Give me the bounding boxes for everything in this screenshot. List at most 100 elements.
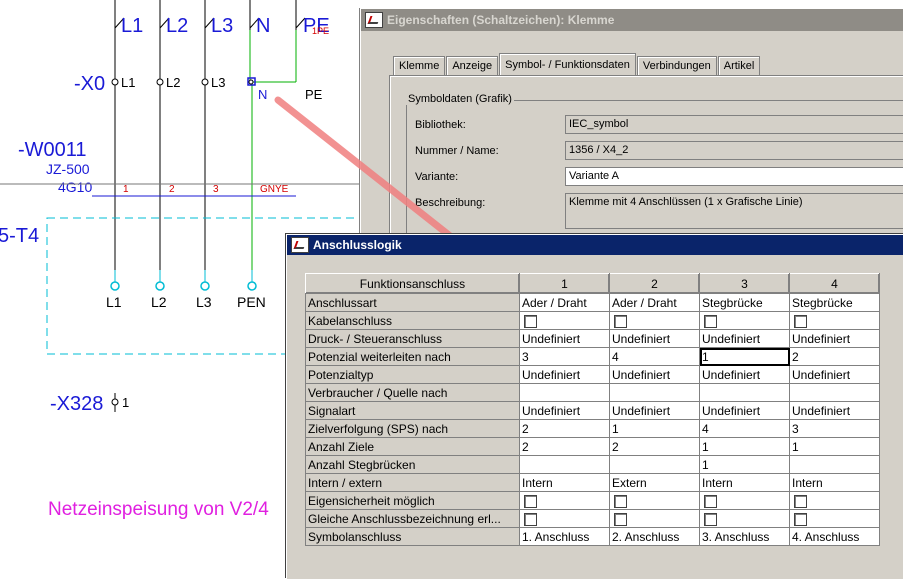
grid-checkbox-cell[interactable] <box>519 509 610 528</box>
grid-cell[interactable]: 2 <box>519 419 610 438</box>
grid-cell[interactable]: Undefiniert <box>789 401 880 420</box>
grid-cell[interactable]: 3 <box>789 419 880 438</box>
grid-cell[interactable]: Undefiniert <box>789 329 880 348</box>
checkbox[interactable] <box>614 512 627 526</box>
grid-cell[interactable]: 1 <box>789 437 880 456</box>
grid-cell[interactable]: Ader / Draht <box>519 293 610 312</box>
library-field[interactable]: IEC_symbol <box>565 115 903 134</box>
tab-klemme[interactable]: Klemme <box>393 56 446 75</box>
x0-label-n: N <box>258 87 267 102</box>
tab-anzeige[interactable]: Anzeige <box>446 56 499 75</box>
grid-cell[interactable] <box>609 383 700 402</box>
grid-checkbox-cell[interactable] <box>609 509 700 528</box>
logic-grid: Funktionsanschluss 1 2 3 4 Anschlussart Ader /… <box>305 273 880 546</box>
grid-cell[interactable]: 2 <box>789 347 880 366</box>
grid-cell[interactable] <box>609 455 700 474</box>
number-name-field[interactable]: 1356 / X4_2 <box>565 141 903 160</box>
checkbox[interactable] <box>614 494 627 508</box>
grid-cell[interactable]: Undefiniert <box>519 329 610 348</box>
row-label: Intern / extern <box>305 473 520 492</box>
checkbox[interactable] <box>524 494 537 508</box>
grid-cell[interactable]: 3 <box>519 347 610 366</box>
grid-cell[interactable]: 1 <box>699 437 790 456</box>
checkbox[interactable] <box>524 314 537 328</box>
tab-verbindungen[interactable]: Verbindungen <box>636 56 717 75</box>
grid-cell[interactable] <box>519 383 610 402</box>
number-name-label: Nummer / Name: <box>415 145 499 157</box>
grid-cell[interactable] <box>789 383 880 402</box>
device-label: 5-T4 <box>0 225 39 247</box>
grid-checkbox-cell[interactable] <box>519 311 610 330</box>
grid-cell[interactable]: Undefiniert <box>699 401 790 420</box>
grid-cell[interactable]: Intern <box>519 473 610 492</box>
connection-logic-window[interactable]: Anschlusslogik Funktionsanschluss 1 2 3 4 Ans… <box>286 234 903 579</box>
grid-checkbox-cell[interactable] <box>609 491 700 510</box>
checkbox[interactable] <box>704 314 717 328</box>
grid-cell[interactable]: 3. Anschluss <box>699 527 790 546</box>
grid-cell[interactable]: Undefiniert <box>519 401 610 420</box>
properties-window[interactable]: Eigenschaften (Schaltzeichen): Klemme Kl… <box>360 8 903 262</box>
grid-checkbox-cell[interactable] <box>789 491 880 510</box>
grid-checkbox-cell[interactable] <box>699 509 790 528</box>
grid-cell[interactable]: 1 <box>699 455 790 474</box>
grid-cell[interactable]: Undefiniert <box>609 401 700 420</box>
grid-checkbox-cell[interactable] <box>519 491 610 510</box>
grid-cell[interactable]: Stegbrücke <box>789 293 880 312</box>
bottom-point-pen <box>247 281 257 291</box>
cable-cores: 4G10 <box>58 179 92 195</box>
grid-header-connection-4[interactable]: 4 <box>789 273 880 294</box>
grid-checkbox-cell[interactable] <box>699 491 790 510</box>
grid-cell[interactable]: Undefiniert <box>519 365 610 384</box>
grid-cell[interactable]: Ader / Draht <box>609 293 700 312</box>
grid-cell[interactable]: 1 <box>699 347 790 366</box>
grid-header-connection-3[interactable]: 3 <box>699 273 790 294</box>
grid-checkbox-cell[interactable] <box>699 311 790 330</box>
bottom-label-pen: PEN <box>237 294 266 310</box>
table-row: Druck- / Steueranschluss Undefiniert Undef… <box>305 329 880 348</box>
description-field[interactable]: Klemme mit 4 Anschlüssen (1 x Grafische … <box>565 193 903 229</box>
grid-cell[interactable]: 2 <box>609 437 700 456</box>
row-label: Gleiche Anschlussbezeichnung erl... <box>305 509 520 528</box>
grid-cell[interactable]: 4 <box>609 347 700 366</box>
grid-cell[interactable]: 2. Anschluss <box>609 527 700 546</box>
checkbox[interactable] <box>704 512 717 526</box>
grid-cell[interactable]: Intern <box>699 473 790 492</box>
grid-cell[interactable] <box>789 455 880 474</box>
grid-cell[interactable]: Stegbrücke <box>699 293 790 312</box>
grid-cell[interactable]: 4. Anschluss <box>789 527 880 546</box>
pe-sub-label: 1PE <box>312 26 329 36</box>
grid-cell[interactable]: 2 <box>519 437 610 456</box>
tab-symbol-funktionsdaten[interactable]: Symbol- / Funktionsdaten <box>499 53 636 76</box>
grid-cell[interactable]: 4 <box>699 419 790 438</box>
grid-cell[interactable]: 1 <box>609 419 700 438</box>
checkbox[interactable] <box>614 314 627 328</box>
bottom-connection-lines <box>114 270 253 282</box>
grid-checkbox-cell[interactable] <box>789 311 880 330</box>
grid-cell[interactable] <box>699 383 790 402</box>
grid-cell[interactable]: Undefiniert <box>609 365 700 384</box>
grid-header-connection-2[interactable]: 2 <box>609 273 700 294</box>
checkbox[interactable] <box>524 512 537 526</box>
grid-cell[interactable] <box>519 455 610 474</box>
logic-title: Anschlusslogik <box>313 238 402 252</box>
grid-header-function[interactable]: Funktionsanschluss <box>305 273 520 294</box>
grid-cell[interactable]: Undefiniert <box>699 365 790 384</box>
checkbox[interactable] <box>794 314 807 328</box>
row-label: Anzahl Stegbrücken <box>305 455 520 474</box>
grid-checkbox-cell[interactable] <box>789 509 880 528</box>
grid-cell[interactable]: Intern <box>789 473 880 492</box>
grid-cell[interactable]: 1. Anschluss <box>519 527 610 546</box>
grid-checkbox-cell[interactable] <box>609 311 700 330</box>
checkbox[interactable] <box>794 494 807 508</box>
checkbox[interactable] <box>794 512 807 526</box>
grid-cell[interactable]: Undefiniert <box>789 365 880 384</box>
grid-header-connection-1[interactable]: 1 <box>519 273 610 294</box>
tab-artikel[interactable]: Artikel <box>717 56 761 75</box>
checkbox[interactable] <box>704 494 717 508</box>
grid-cell[interactable]: Undefiniert <box>609 329 700 348</box>
grid-cell[interactable]: Extern <box>609 473 700 492</box>
logic-titlebar[interactable]: Anschlusslogik <box>287 235 903 255</box>
grid-cell[interactable]: Undefiniert <box>699 329 790 348</box>
variant-field[interactable]: Variante A <box>565 167 903 186</box>
properties-titlebar[interactable]: Eigenschaften (Schaltzeichen): Klemme <box>361 9 903 31</box>
